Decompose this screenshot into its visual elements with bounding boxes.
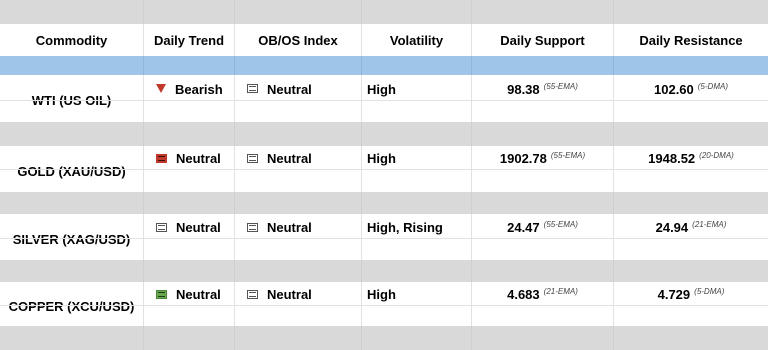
spacer-row xyxy=(0,192,768,214)
resistance-note: (21-EMA) xyxy=(692,220,727,229)
resistance-cell: 24.94 (21-EMA) xyxy=(614,214,768,260)
neutral-icon xyxy=(247,290,258,299)
commodity-name: WTI (US OIL) xyxy=(0,75,144,122)
resistance-value: 4.729 xyxy=(657,287,691,302)
row-divider xyxy=(0,305,768,306)
trend-cell: Bearish xyxy=(144,75,235,122)
table-row[interactable]: COPPER (XCU/USD) Neutral Neutral High 4.… xyxy=(0,282,768,326)
resistance-note: (5-DMA) xyxy=(694,287,725,296)
trend-label: Neutral xyxy=(176,220,221,235)
resistance-cell: 102.60 (5-DMA) xyxy=(614,75,768,122)
obos-label: Neutral xyxy=(267,220,312,235)
volatility-value: High xyxy=(362,75,472,122)
trend-cell: Neutral xyxy=(144,282,235,326)
resistance-value: 1948.52 xyxy=(648,151,696,166)
header-commodity[interactable]: Commodity xyxy=(0,24,144,56)
support-value: 98.38 xyxy=(507,82,540,97)
support-value: 4.683 xyxy=(507,287,540,302)
support-note: (55-EMA) xyxy=(543,220,578,229)
resistance-note: (20-DMA) xyxy=(699,151,734,160)
spacer-row xyxy=(0,326,768,350)
trend-cell: Neutral xyxy=(144,214,235,260)
header-volatility[interactable]: Volatility xyxy=(362,24,472,56)
volatility-value: High xyxy=(362,282,472,326)
triangle-down-icon xyxy=(156,84,166,93)
support-cell: 4.683 (21-EMA) xyxy=(472,282,614,326)
row-divider xyxy=(0,169,768,170)
row-divider xyxy=(0,238,768,239)
support-value: 24.47 xyxy=(507,220,540,235)
obos-cell: Neutral xyxy=(235,282,362,326)
obos-cell: Neutral xyxy=(235,75,362,122)
support-cell: 24.47 (55-EMA) xyxy=(472,214,614,260)
header-daily-resistance[interactable]: Daily Resistance xyxy=(614,24,768,56)
header-daily-support[interactable]: Daily Support xyxy=(472,24,614,56)
resistance-value: 24.94 xyxy=(655,220,689,235)
obos-label: Neutral xyxy=(267,287,312,302)
table-row[interactable]: SILVER (XAG/USD) Neutral Neutral High, R… xyxy=(0,214,768,260)
resistance-note: (5-DMA) xyxy=(697,82,728,91)
neutral-icon xyxy=(247,223,258,232)
neutral-icon xyxy=(247,154,258,163)
neutral-red-icon xyxy=(156,154,167,163)
spacer-row xyxy=(0,0,768,24)
support-value: 1902.78 xyxy=(499,151,547,166)
neutral-icon xyxy=(156,223,167,232)
obos-cell: Neutral xyxy=(235,214,362,260)
commodity-name: COPPER (XCU/USD) xyxy=(0,282,144,326)
header-row: Commodity Daily Trend OB/OS Index Volati… xyxy=(0,24,768,56)
neutral-icon xyxy=(247,84,258,93)
table-row[interactable]: WTI (US OIL) Bearish Neutral High 98.38 … xyxy=(0,75,768,122)
support-cell: 98.38 (55-EMA) xyxy=(472,75,614,122)
header-obos-index[interactable]: OB/OS Index xyxy=(235,24,362,56)
trend-label: Bearish xyxy=(175,82,223,97)
obos-label: Neutral xyxy=(267,151,312,166)
trend-label: Neutral xyxy=(176,151,221,166)
spacer-row xyxy=(0,122,768,146)
support-note: (55-EMA) xyxy=(543,82,578,91)
neutral-green-icon xyxy=(156,290,167,299)
resistance-cell: 4.729 (5-DMA) xyxy=(614,282,768,326)
support-note: (21-EMA) xyxy=(543,287,578,296)
row-divider xyxy=(0,100,768,101)
trend-label: Neutral xyxy=(176,287,221,302)
obos-label: Neutral xyxy=(267,82,312,97)
header-daily-trend[interactable]: Daily Trend xyxy=(144,24,235,56)
commodity-name: SILVER (XAG/USD) xyxy=(0,214,144,260)
spacer-row xyxy=(0,260,768,282)
volatility-value: High, Rising xyxy=(362,214,472,260)
resistance-value: 102.60 xyxy=(654,82,694,97)
header-separator xyxy=(0,56,768,75)
support-note: (55-EMA) xyxy=(550,151,586,160)
commodity-table: Commodity Daily Trend OB/OS Index Volati… xyxy=(0,0,768,350)
